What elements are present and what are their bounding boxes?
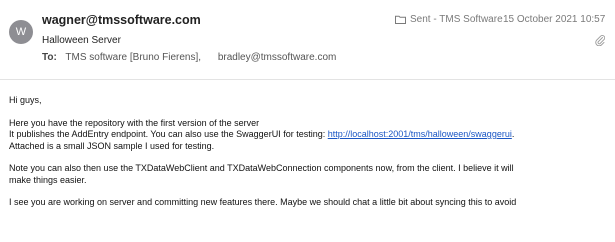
paragraph-2-line-2: make things easier. <box>9 174 87 185</box>
mailbox-indicator: Sent - TMS Software <box>395 14 503 25</box>
message-date: 15 October 2021 10:57 <box>503 14 606 25</box>
recipient-1[interactable]: TMS software [Bruno Fierens], <box>65 52 201 63</box>
paragraph-1-line-2: It publishes the AddEntry endpoint. You … <box>9 129 609 141</box>
swaggerui-link[interactable]: http://localhost:2001/tms/halloween/swag… <box>328 129 512 139</box>
paragraph-1: Here you have the repository with the fi… <box>9 118 609 153</box>
greeting: Hi guys, <box>9 95 42 105</box>
message-header: W wagner@tmssoftware.com Halloween Serve… <box>0 0 615 80</box>
paragraph-3: I see you are working on server and comm… <box>9 197 609 209</box>
folder-icon <box>395 15 406 24</box>
recipients-line: To: TMS software [Bruno Fierens], bradle… <box>42 52 336 63</box>
paragraph-1-line-1: Here you have the repository with the fi… <box>9 117 260 128</box>
message-body: Hi guys, Here you have the repository wi… <box>9 95 609 220</box>
header-divider <box>0 79 615 80</box>
sender-address[interactable]: wagner@tmssoftware.com <box>42 13 201 27</box>
to-label: To: <box>42 52 57 63</box>
paragraph-2: Note you can also then use the TXDataWeb… <box>9 163 609 186</box>
paragraph-1-line-2-text: It publishes the AddEntry endpoint. You … <box>9 129 328 139</box>
recipient-2[interactable]: bradley@tmssoftware.com <box>218 52 337 63</box>
paragraph-3-line-1: I see you are working on server and comm… <box>9 197 517 207</box>
sender-avatar: W <box>9 20 33 44</box>
paperclip-icon[interactable] <box>595 34 605 46</box>
paragraph-1-line-3: Attached is a small JSON sample I used f… <box>9 140 215 151</box>
message-subject: Halloween Server <box>42 35 121 46</box>
mailbox-name: Sent - TMS Software <box>410 14 503 25</box>
paragraph-2-line-1: Note you can also then use the TXDataWeb… <box>9 163 514 173</box>
paragraph-1-line-2-end: . <box>511 129 515 139</box>
